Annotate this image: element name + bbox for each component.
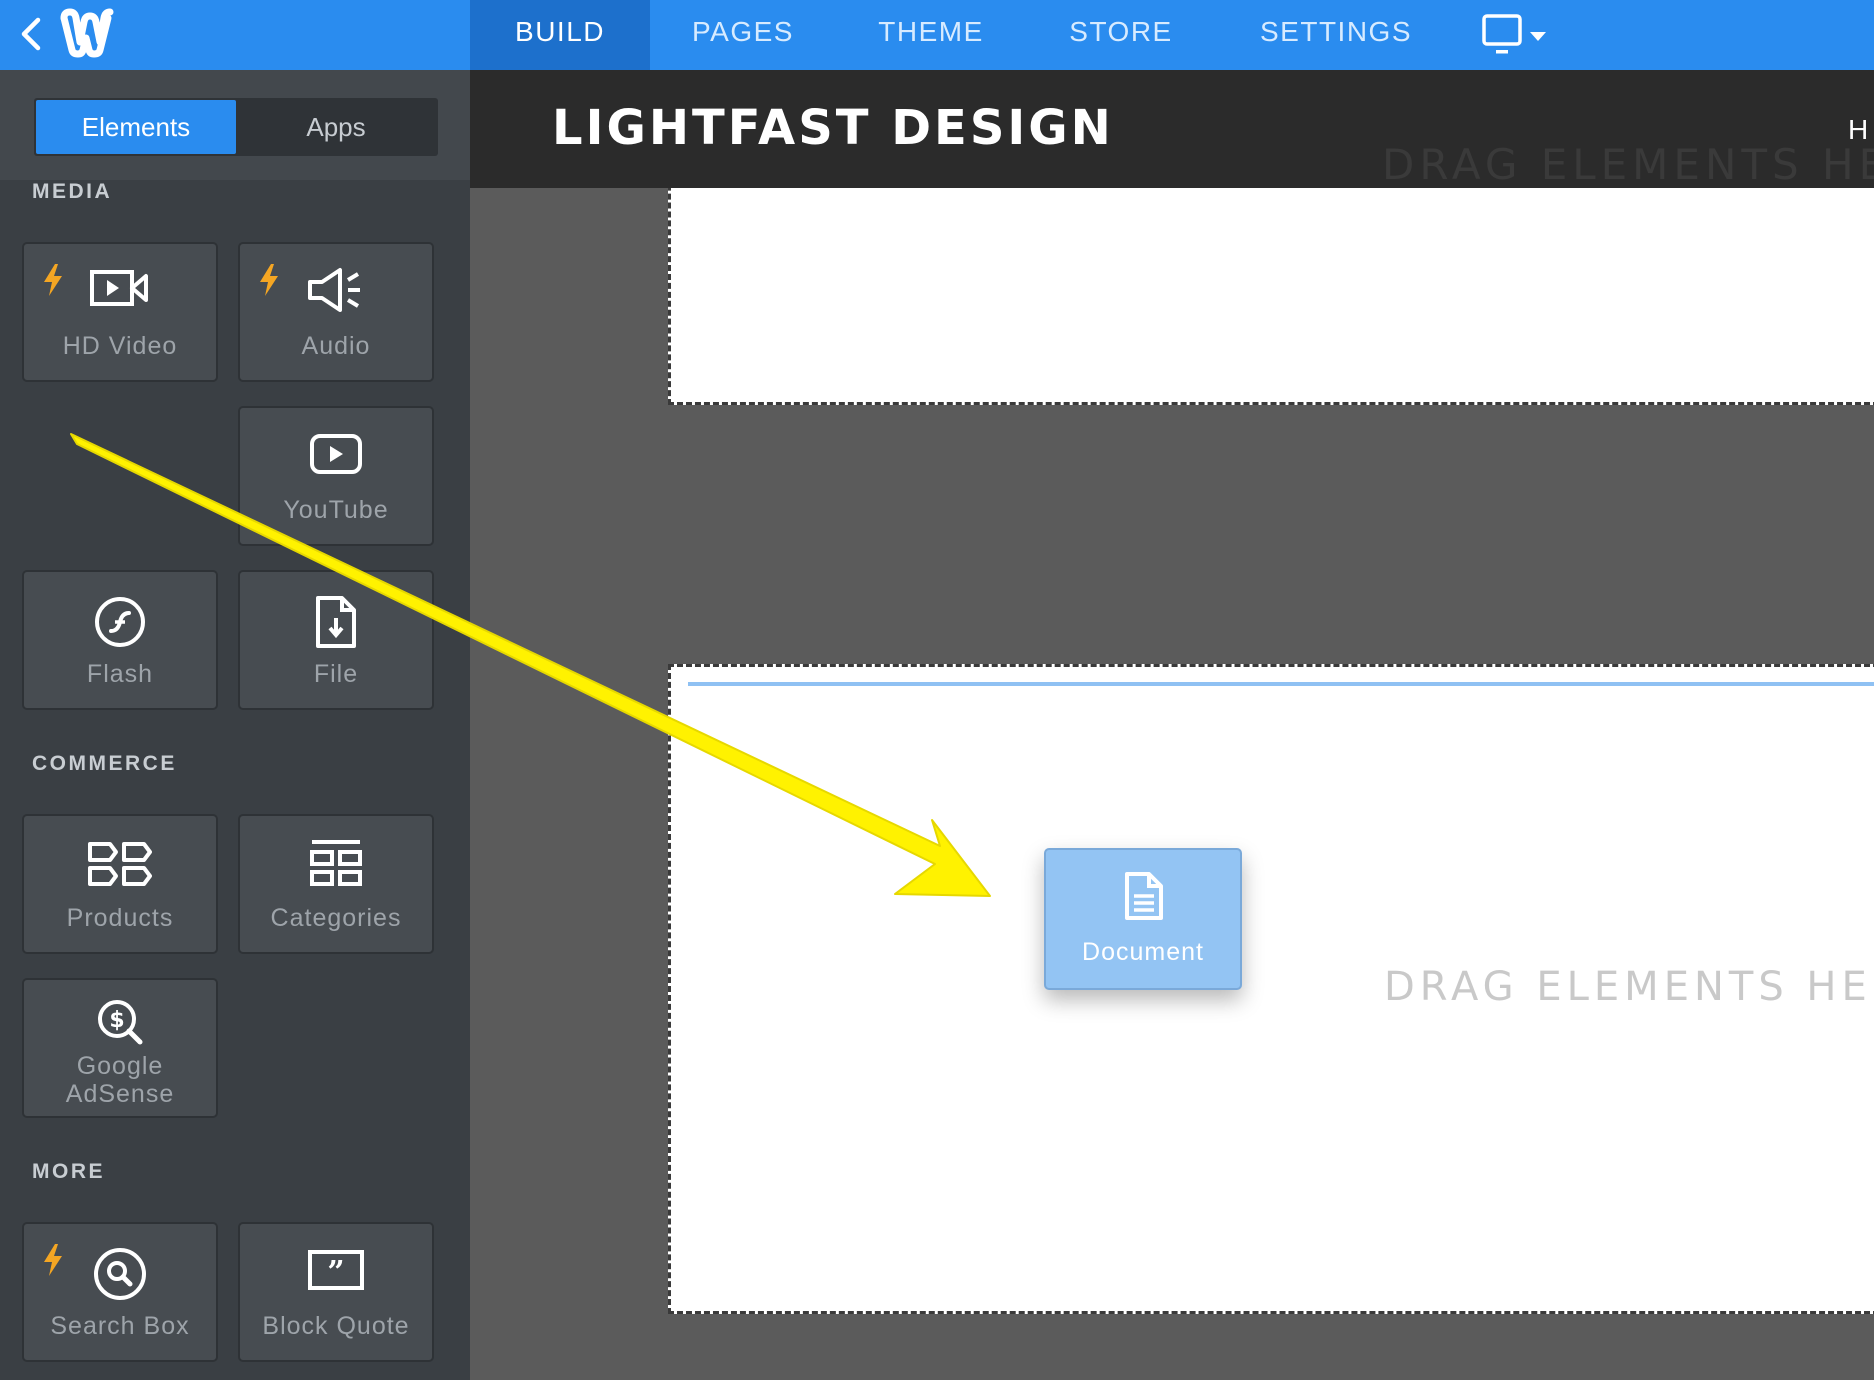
quote-icon: ” [308,1250,364,1290]
desktop-monitor-icon[interactable] [1478,12,1554,58]
element-tile-products[interactable]: Products [22,814,218,954]
dragging-element-document[interactable]: Document [1044,848,1242,990]
speaker-icon [308,268,360,312]
products-icon [88,842,152,886]
element-tile-label: Document [1082,938,1204,966]
weebly-logo-icon[interactable] [58,8,114,60]
tab-pages[interactable]: PAGES [650,0,836,70]
drop-hint-text: DRAG ELEMENTS HERE [1384,964,1874,1010]
flash-icon [95,597,145,647]
elements-toggle-button[interactable]: Elements [36,100,236,154]
top-navigation-bar: BUILD PAGES THEME STORE SETTINGS [0,0,1874,70]
sidebar-header: Elements Apps [0,70,470,180]
element-tile-youtube[interactable]: YouTube [238,406,434,546]
youtube-icon [310,434,362,474]
element-tile-label: Block Quote [262,1312,410,1340]
element-tile-hd-video[interactable]: HD Video [22,242,218,382]
element-tile-categories[interactable]: Categories [238,814,434,954]
element-tile-audio[interactable]: Audio [238,242,434,382]
tab-store[interactable]: STORE [1026,0,1216,70]
section-label-commerce: COMMERCE [32,752,177,775]
search-icon [94,1248,146,1300]
svg-text:$: $ [109,1008,124,1033]
tab-settings[interactable]: SETTINGS [1216,0,1456,70]
element-tile-block-quote[interactable]: ” Block Quote [238,1222,434,1362]
element-tile-label: HD Video [62,332,178,360]
header-nav-item[interactable]: H [1848,114,1868,146]
elements-apps-toggle: Elements Apps [34,98,438,156]
element-tile-flash[interactable]: Flash [22,570,218,710]
document-icon [1125,872,1163,920]
element-tile-label-line2: AdSense [65,1080,175,1108]
chevron-left-icon[interactable] [14,14,50,54]
element-tile-label: Google AdSense [24,1052,216,1108]
header-ghost-drop-hint: DRAG ELEMENTS HERE [1382,140,1874,189]
elements-sidebar: Elements Apps MEDIA HD Video Audio YouTu… [0,70,470,1380]
element-tile-label: Flash [86,660,154,688]
tab-build[interactable]: BUILD [470,0,650,70]
element-tile-file[interactable]: File [238,570,434,710]
element-tile-label: Audio [301,332,371,360]
adsense-icon: $ [98,1000,143,1045]
element-tile-label: Search Box [50,1312,190,1340]
drop-insertion-guide [688,682,1874,686]
categories-icon [310,840,362,886]
video-camera-icon [90,270,148,306]
apps-toggle-button[interactable]: Apps [236,100,436,154]
section-label-more: MORE [32,1160,105,1183]
element-tile-label: Products [66,904,174,932]
element-tile-label: Categories [270,904,402,932]
tab-theme[interactable]: THEME [836,0,1026,70]
site-title[interactable]: LIGHTFAST DESIGN [552,100,1114,156]
element-tile-search-box[interactable]: Search Box [22,1222,218,1362]
svg-text:”: ” [327,1255,344,1290]
section-label-media: MEDIA [32,180,113,203]
file-download-icon [316,596,356,648]
element-tile-label: YouTube [283,496,389,524]
element-tile-label-line1: Google [76,1052,164,1080]
element-tile-label: File [313,660,359,688]
element-tile-google-adsense[interactable]: $ Google AdSense [22,978,218,1118]
